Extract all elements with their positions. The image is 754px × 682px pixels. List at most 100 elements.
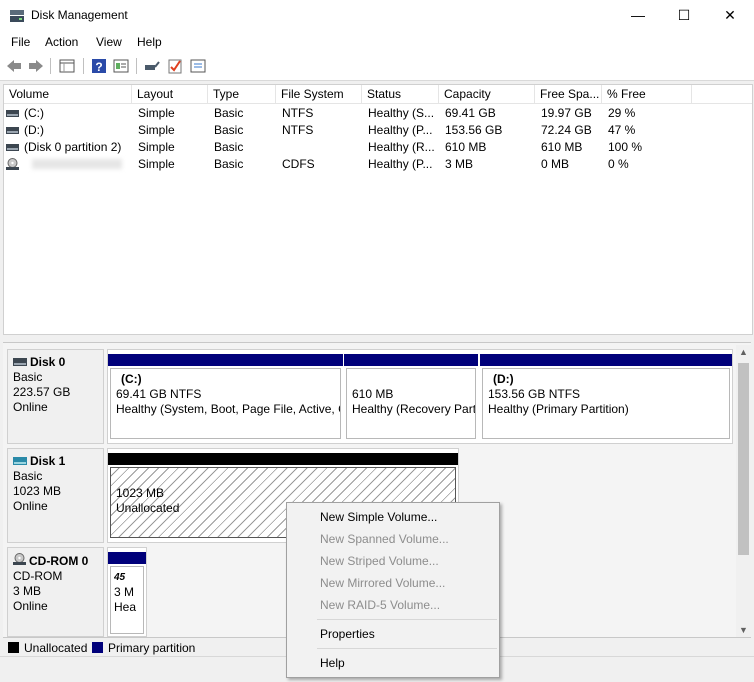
disk-status: Online	[13, 400, 48, 414]
vertical-scrollbar[interactable]: ▲ ▼	[736, 345, 751, 638]
disk-name: Disk 1	[30, 454, 66, 468]
cdrom-0-layout: 45 3 M Hea	[107, 547, 147, 637]
volume-percent-free: 100 %	[608, 140, 643, 154]
volume-free-space: 0 MB	[541, 157, 570, 171]
volume-layout: Simple	[138, 106, 175, 120]
disk-type: Basic	[13, 469, 43, 483]
volume-free-space: 19.97 GB	[541, 106, 592, 120]
disk-1-label[interactable]: Disk 1 Basic 1023 MB Online	[7, 448, 104, 543]
volume-row[interactable]: (D:) Simple Basic NTFS Healthy (P... 153…	[4, 122, 752, 139]
drive-icon	[6, 144, 19, 151]
volume-type: Basic	[214, 157, 244, 171]
unallocated-size: 1023 MB	[116, 486, 165, 500]
column-header-percent-free[interactable]: % Free	[602, 85, 692, 103]
partition-d[interactable]: (D:) 153.56 GB NTFS Healthy (Primary Par…	[480, 354, 732, 441]
primary-partition-bar	[344, 354, 478, 366]
legend-unallocated: Unallocated	[24, 641, 88, 655]
drive-icon	[6, 127, 19, 134]
column-header-volume[interactable]: Volume	[4, 85, 132, 103]
properties-icon[interactable]	[112, 57, 130, 75]
disk-icon	[13, 457, 27, 465]
menu-new-spanned-volume: New Spanned Volume...	[320, 532, 449, 546]
toolbar: ?	[0, 53, 754, 81]
menu-help[interactable]: Help	[137, 35, 162, 49]
column-header-file-system[interactable]: File System	[276, 85, 362, 103]
volume-layout: Simple	[138, 140, 175, 154]
primary-partition-bar	[480, 354, 732, 366]
svg-text:?: ?	[95, 60, 102, 74]
menu-help-item[interactable]: Help	[320, 653, 345, 673]
menu-new-mirrored-volume: New Mirrored Volume...	[320, 576, 446, 590]
volume-percent-free: 29 %	[608, 106, 636, 120]
legend-primary-partition: Primary partition	[108, 641, 196, 655]
list-view-icon[interactable]	[58, 57, 76, 75]
volume-percent-free: 0 %	[608, 157, 629, 171]
volume-free-space: 72.24 GB	[541, 123, 592, 137]
volume-list-header: Volume Layout Type File System Status Ca…	[4, 85, 752, 104]
column-header-free-space[interactable]: Free Spa...	[535, 85, 602, 103]
partition-recovery[interactable]: 610 MB Healthy (Recovery Part	[344, 354, 478, 441]
partition-c[interactable]: (C:) 69.41 GB NTFS Healthy (System, Boot…	[108, 354, 343, 441]
toolbar-separator	[50, 58, 51, 74]
back-icon[interactable]	[5, 57, 23, 75]
disk-icon	[13, 358, 27, 366]
volume-percent-free: 47 %	[608, 123, 636, 137]
scroll-up-icon[interactable]: ▲	[736, 345, 751, 360]
primary-partition-bar	[108, 354, 343, 366]
unallocated-bar	[108, 453, 458, 465]
volume-layout: Simple	[138, 157, 175, 171]
volume-type: Basic	[214, 123, 244, 137]
volume-status: Healthy (P...	[368, 157, 433, 171]
menu-new-simple-volume[interactable]: New Simple Volume...	[320, 507, 437, 527]
maximize-button[interactable]: ☐	[661, 0, 707, 31]
settings-icon[interactable]	[189, 57, 207, 75]
connect-icon[interactable]	[143, 57, 161, 75]
volume-row[interactable]: (Disk 0 partition 2) Simple Basic Health…	[4, 139, 752, 156]
volume-type: Basic	[214, 106, 244, 120]
disk-size: 3 MB	[13, 584, 42, 598]
volume-row[interactable]: Simple Basic CDFS Healthy (P... 3 MB 0 M…	[4, 156, 752, 173]
scroll-down-icon[interactable]: ▼	[736, 623, 751, 638]
help-icon[interactable]: ?	[90, 57, 108, 75]
volume-file-system: CDFS	[282, 157, 315, 171]
partition-body: (D:) 153.56 GB NTFS Healthy (Primary Par…	[482, 368, 730, 439]
menu-properties[interactable]: Properties	[320, 624, 375, 644]
volume-name: (D:)	[24, 123, 44, 137]
cdrom-0-label[interactable]: CD-ROM 0 CD-ROM 3 MB Online	[7, 547, 104, 637]
column-header-status[interactable]: Status	[362, 85, 439, 103]
menu-file[interactable]: File	[11, 35, 30, 49]
volume-layout: Simple	[138, 123, 175, 137]
window-title: Disk Management	[31, 8, 128, 22]
disk-name: Disk 0	[30, 355, 66, 369]
menu-new-striped-volume: New Striped Volume...	[320, 554, 439, 568]
partition-size: 610 MB	[352, 387, 394, 401]
partition-status: Healthy (Primary Partition)	[488, 402, 629, 416]
column-header-type[interactable]: Type	[208, 85, 276, 103]
volume-type: Basic	[214, 140, 244, 154]
disk-0-label[interactable]: Disk 0 Basic 223.57 GB Online	[7, 349, 104, 444]
menu-view[interactable]: View	[96, 35, 122, 49]
volume-capacity: 610 MB	[445, 140, 487, 154]
check-icon[interactable]	[166, 57, 184, 75]
menu-bar: File Action View Help	[0, 31, 754, 53]
column-header-capacity[interactable]: Capacity	[439, 85, 535, 103]
forward-icon[interactable]	[27, 57, 45, 75]
disk-size: 1023 MB	[13, 484, 62, 498]
partition-label	[352, 372, 475, 387]
volume-capacity: 3 MB	[445, 157, 474, 171]
svg-text:45: 45	[114, 572, 126, 581]
drive-icon	[6, 110, 19, 117]
partition-body: 45 3 M Hea	[110, 566, 144, 634]
minimize-button[interactable]: —	[615, 0, 661, 31]
disk-name: CD-ROM 0	[29, 554, 89, 568]
close-button[interactable]: ✕	[707, 0, 753, 31]
scrollbar-thumb[interactable]	[738, 363, 749, 555]
column-header-layout[interactable]: Layout	[132, 85, 208, 103]
menu-separator	[317, 619, 497, 620]
partition-status: Hea	[114, 600, 137, 614]
disk-type: Basic	[13, 370, 43, 384]
cd-label-icon: 45	[113, 572, 126, 583]
volume-row[interactable]: (C:) Simple Basic NTFS Healthy (S... 69.…	[4, 105, 752, 122]
cdrom-partition[interactable]: 45 3 M Hea	[108, 552, 146, 636]
menu-action[interactable]: Action	[45, 35, 78, 49]
